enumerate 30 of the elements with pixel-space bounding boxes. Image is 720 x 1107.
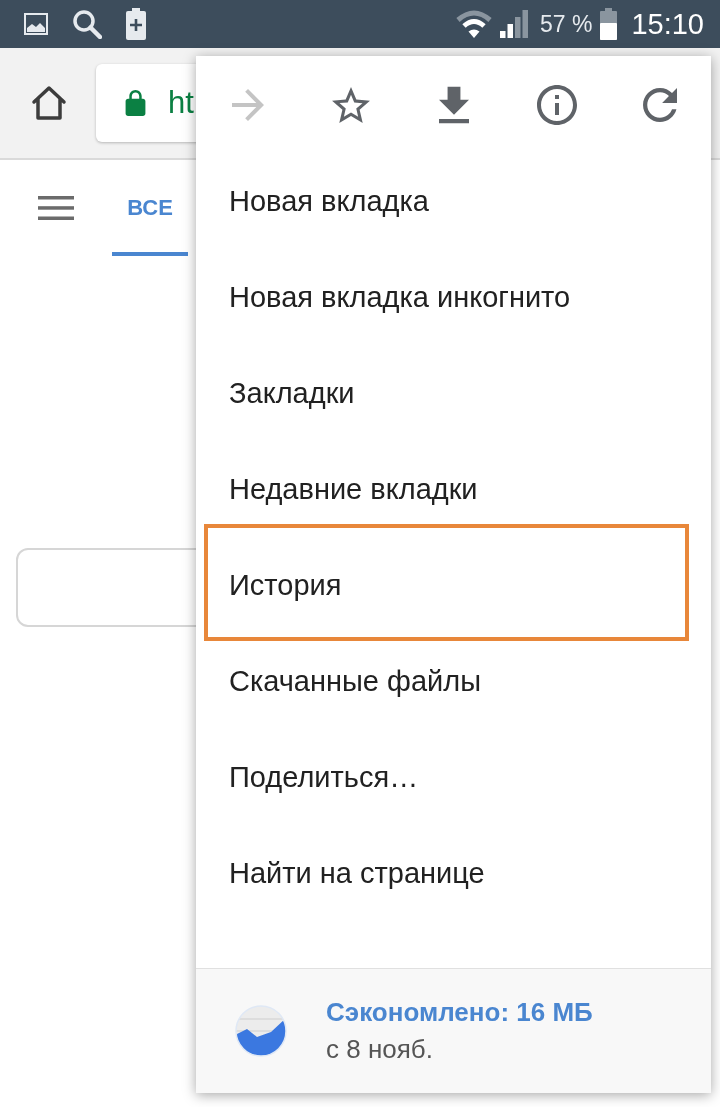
battery-icon — [600, 8, 618, 40]
signal-icon — [500, 10, 528, 38]
menu-item[interactable]: Новая вкладка — [196, 153, 711, 249]
download-icon — [438, 85, 469, 124]
url-text: ht — [168, 85, 194, 121]
menu-item[interactable]: Закладки — [196, 345, 711, 441]
data-saved-since: с 8 нояб. — [326, 1034, 434, 1065]
refresh-icon — [642, 87, 677, 122]
menu-item[interactable]: Новая вкладка инкогнито — [196, 249, 711, 345]
menu-item[interactable]: История — [196, 537, 711, 633]
menu-item[interactable]: Скачанные файлы — [196, 633, 711, 729]
info-icon — [536, 84, 577, 125]
image-icon — [24, 13, 48, 35]
wifi-icon — [456, 10, 492, 38]
star-icon — [331, 86, 370, 123]
area-chart-icon — [235, 1005, 287, 1057]
data-saved-title: Сэкономлено: 16 МБ — [326, 997, 593, 1028]
lock-icon — [125, 90, 146, 116]
battery-plus-icon — [126, 8, 146, 40]
clock: 15:10 — [631, 7, 704, 41]
battery-percentage: 57 % — [540, 10, 593, 38]
menu-item[interactable]: Недавние вкладки — [196, 441, 711, 537]
search-icon — [72, 9, 102, 39]
menu-item[interactable]: Найти на странице — [196, 825, 711, 921]
home-icon[interactable] — [30, 85, 68, 121]
data-saver-panel[interactable]: Сэкономлено: 16 МБ с 8 нояб. — [196, 968, 711, 1093]
menu-item[interactable]: Поделиться… — [196, 729, 711, 825]
tab[interactable]: ВСЕ — [112, 160, 188, 256]
forward-arrow-icon — [230, 88, 265, 121]
menu-icon[interactable] — [38, 196, 74, 220]
